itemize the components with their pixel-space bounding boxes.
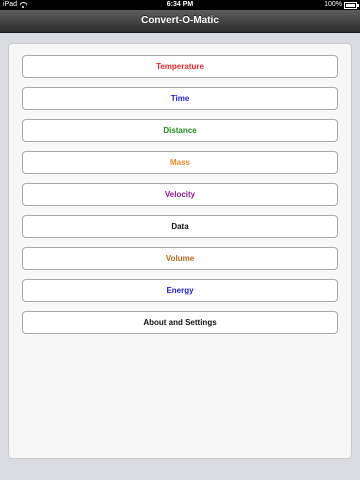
time-button[interactable]: Time: [22, 87, 338, 110]
volume-button[interactable]: Volume: [22, 247, 338, 270]
status-time: 6:34 PM: [166, 1, 194, 8]
conversion-menu: Temperature Time Distance Mass Velocity …: [22, 55, 338, 343]
menu-panel: Temperature Time Distance Mass Velocity …: [8, 43, 352, 459]
mass-button[interactable]: Mass: [22, 151, 338, 174]
temperature-button[interactable]: Temperature: [22, 55, 338, 78]
data-button[interactable]: Data: [22, 215, 338, 238]
about-settings-button[interactable]: About and Settings: [22, 311, 338, 334]
status-bar: iPad 6:34 PM 100%: [0, 0, 360, 10]
velocity-button[interactable]: Velocity: [22, 183, 338, 206]
energy-button[interactable]: Energy: [22, 279, 338, 302]
nav-title: Convert-O-Matic: [141, 15, 219, 26]
status-right: 100%: [324, 0, 359, 10]
distance-button[interactable]: Distance: [22, 119, 338, 142]
battery-icon: [344, 1, 359, 9]
navigation-bar: Convert-O-Matic: [0, 10, 360, 33]
battery-percent: 100%: [324, 1, 342, 8]
